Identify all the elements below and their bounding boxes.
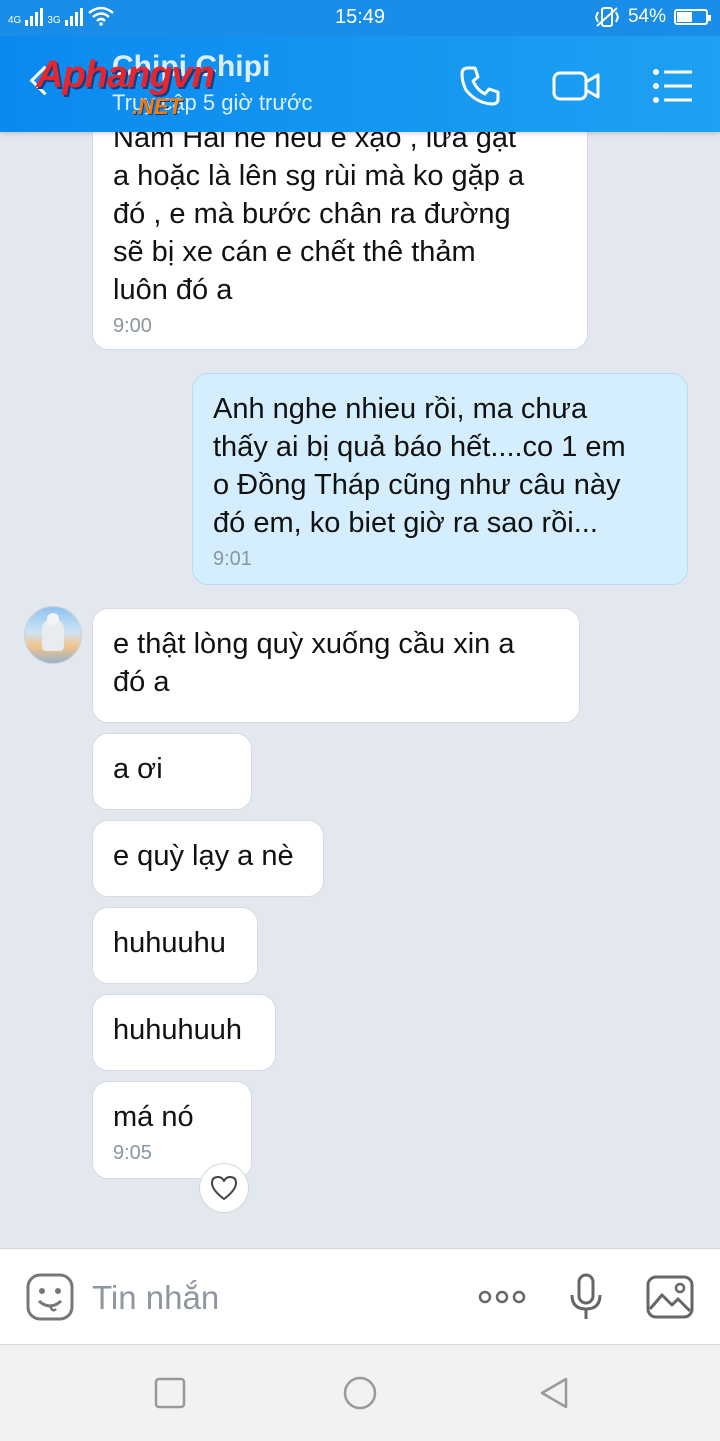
sticker-icon[interactable] <box>24 1271 76 1323</box>
avatar[interactable] <box>24 606 82 664</box>
more-icon[interactable] <box>476 1271 528 1323</box>
message-bubble-received[interactable]: huhuuhu <box>92 907 258 984</box>
watermark-logo-sub: .NET <box>132 94 183 119</box>
phone-icon[interactable] <box>454 60 506 112</box>
message-bubble-received[interactable]: huhuhuuh <box>92 994 276 1071</box>
menu-icon[interactable] <box>648 60 700 112</box>
message-bubble-received[interactable]: e thật lòng quỳ xuống cầu xin a đó a <box>92 608 580 723</box>
message-time: 9:05 <box>113 1142 152 1164</box>
message-time: 9:00 <box>113 315 152 337</box>
message-text: huhuhuuh <box>113 1014 243 1046</box>
message-time: 9:01 <box>213 548 252 570</box>
home-icon[interactable] <box>342 1375 378 1411</box>
status-bar: 4G 3G 15:49 54% <box>0 0 720 36</box>
message-input-bar: Tin nhắn <box>0 1248 720 1345</box>
message-text: e thật lòng quỳ xuống cầu xin a đó a <box>113 628 515 698</box>
recent-apps-icon[interactable] <box>152 1375 188 1411</box>
message-text: e quỳ lạy a nè <box>113 840 294 872</box>
chat-header: Chipi Chipi Truy cập 5 giờ trước Aphangv… <box>0 36 720 132</box>
system-navigation-bar <box>0 1344 720 1441</box>
message-bubble-received[interactable]: a ơi <box>92 733 252 810</box>
image-icon[interactable] <box>644 1271 696 1323</box>
battery-percent: 54% <box>627 6 666 27</box>
back-nav-icon[interactable] <box>536 1375 572 1411</box>
message-text: Nam Hải nè nếu e xạo , lừa gạt a hoặc là… <box>113 132 525 306</box>
heart-icon <box>211 1176 237 1200</box>
message-bubble-sent[interactable]: Anh nghe nhieu rồi, ma chưa thấy ai bị q… <box>192 373 688 585</box>
vibrate-icon <box>594 7 620 27</box>
message-list[interactable]: Nam Hải nè nếu e xạo , lừa gạt a hoặc là… <box>0 132 720 1248</box>
video-call-icon[interactable] <box>550 60 602 112</box>
message-text: huhuuhu <box>113 927 226 959</box>
message-text: a ơi <box>113 753 163 785</box>
message-input[interactable]: Tin nhắn <box>92 1279 219 1317</box>
watermark-logo: Aphangvn <box>36 54 215 96</box>
message-text: Anh nghe nhieu rồi, ma chưa thấy ai bị q… <box>213 393 626 539</box>
reaction-button[interactable] <box>199 1163 249 1213</box>
message-bubble-received[interactable]: Nam Hải nè nếu e xạo , lừa gạt a hoặc là… <box>92 132 588 350</box>
battery-icon <box>674 9 711 25</box>
avatar-head <box>47 613 59 625</box>
message-bubble-received[interactable]: e quỳ lạy a nè <box>92 820 324 897</box>
microphone-icon[interactable] <box>560 1271 612 1323</box>
message-text: má nó <box>113 1101 194 1133</box>
